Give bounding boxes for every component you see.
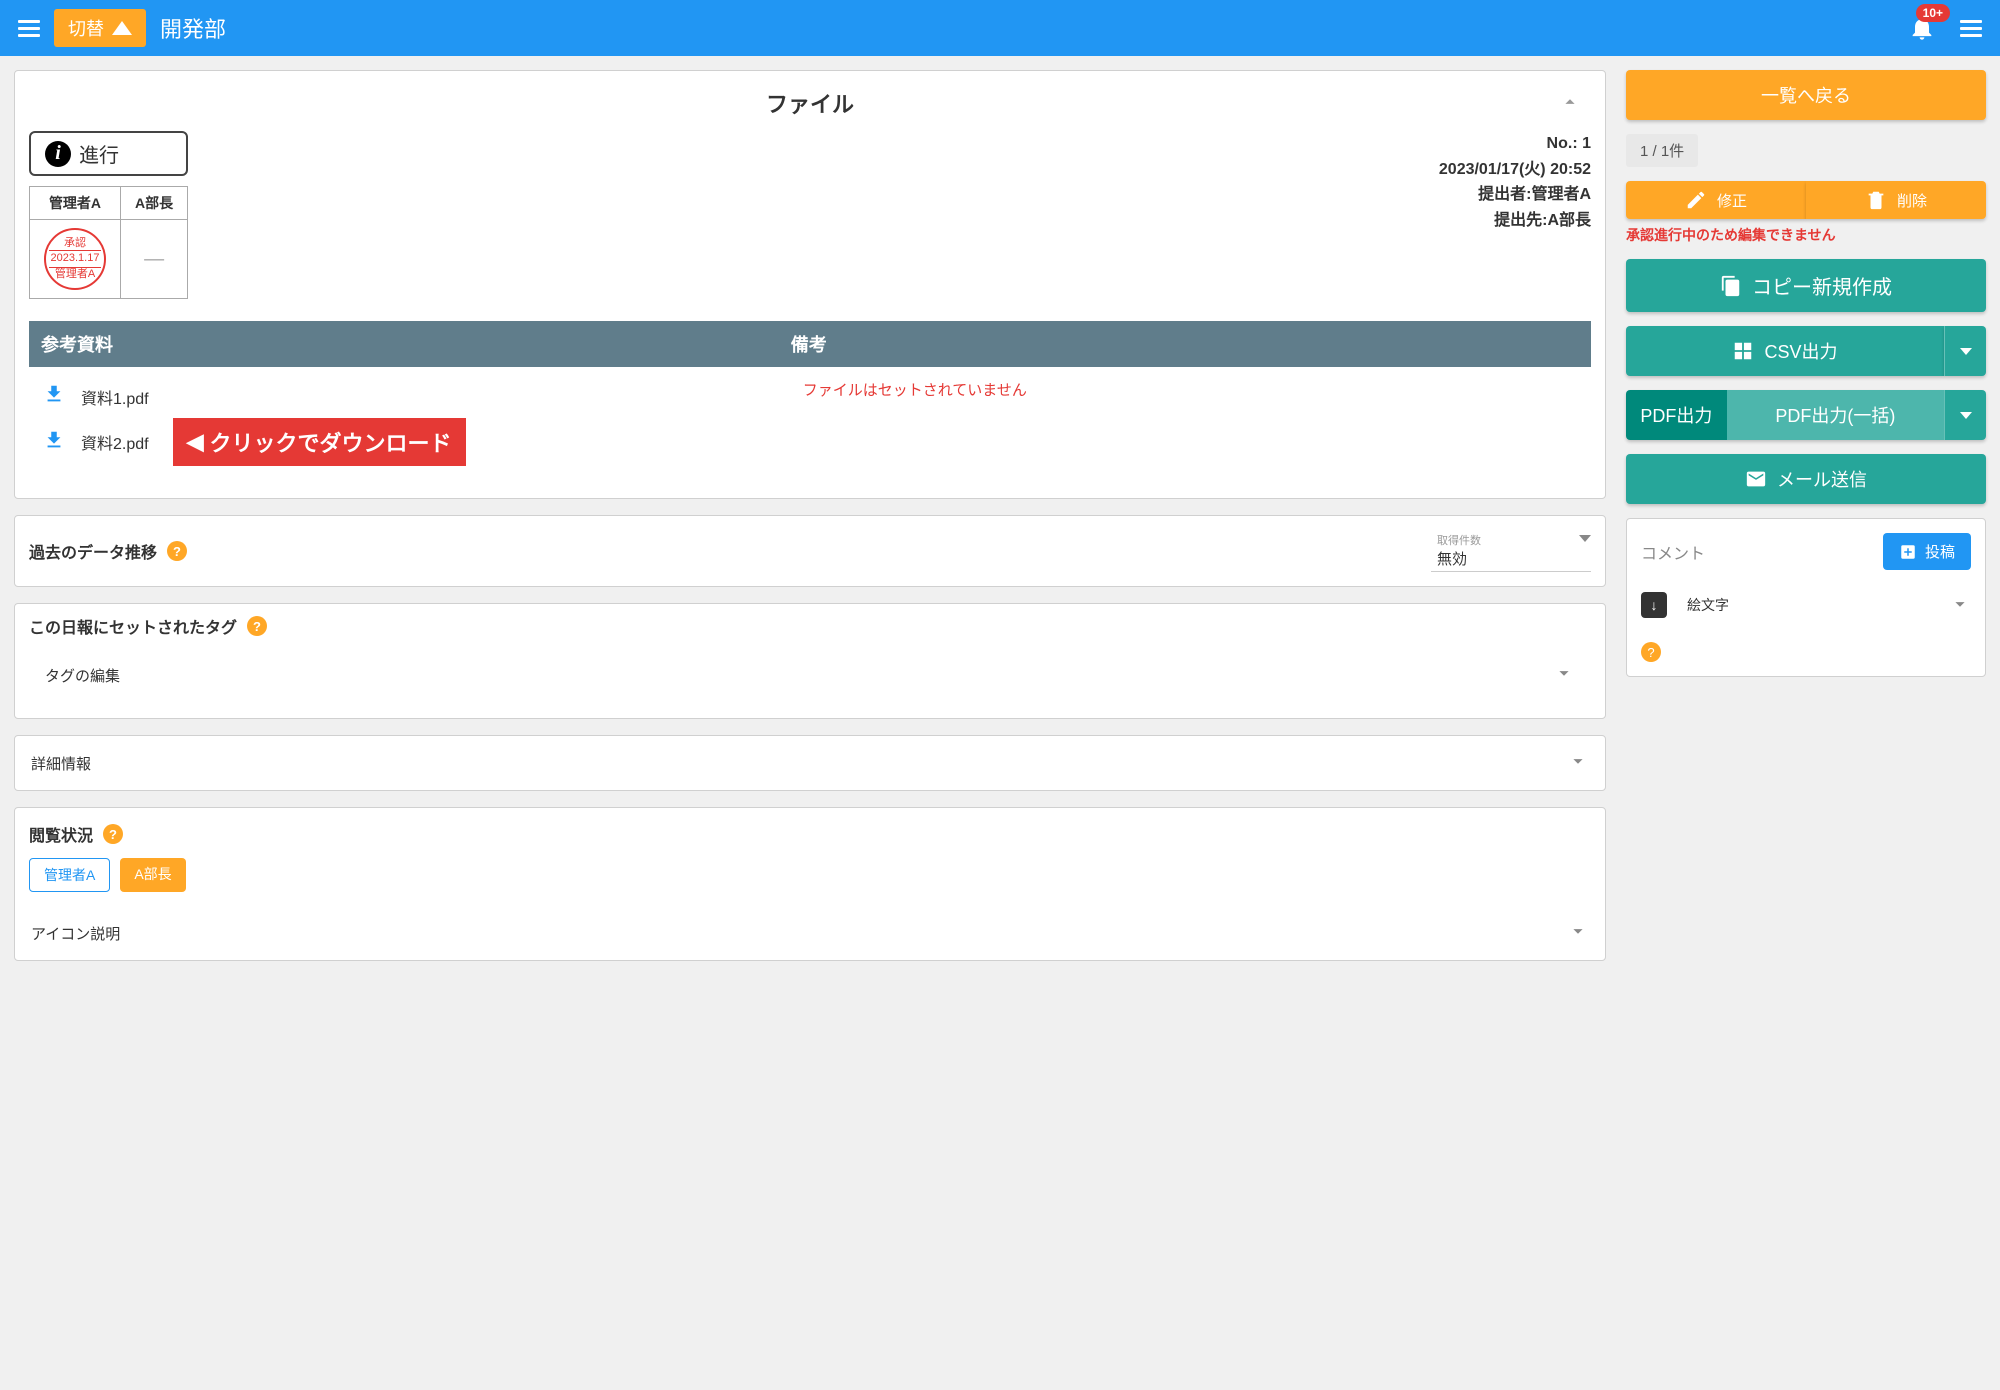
file-meta: No.: 1 2023/01/17(火) 20:52 提出者:管理者A 提出先:… (1439, 131, 1591, 233)
meta-datetime: 2023/01/17(火) 20:52 (1439, 157, 1591, 183)
triangle-up-icon (112, 21, 132, 35)
pending-dash: — (144, 248, 164, 270)
page-indicator: 1 / 1件 (1626, 134, 1698, 167)
approval-table: 管理者A A部長 承認 2023.1.17 管理者A — (29, 186, 188, 299)
emoji-row[interactable]: 絵文字 (1641, 592, 1971, 618)
file-title: ファイル (29, 87, 1591, 119)
tags-title: この日報にセットされたタグ (29, 614, 237, 638)
chevron-down-icon (1960, 412, 1972, 419)
edit-button[interactable]: 修正 (1626, 181, 1806, 219)
help-icon[interactable]: ? (103, 824, 123, 844)
mail-icon (1745, 468, 1767, 490)
status-label: 進行 (79, 139, 119, 168)
file-name[interactable]: 資料2.pdf (81, 430, 149, 454)
icon-desc-row[interactable]: アイコン説明 (15, 906, 1605, 960)
chevron-down-icon (1949, 593, 1971, 618)
file-row: 資料2.pdf ◀ クリックでダウンロード (43, 414, 765, 470)
view-status-section: 閲覧状況 ? 管理者A A部長 アイコン説明 (14, 807, 1606, 961)
viewer-badge-outline[interactable]: 管理者A (29, 858, 110, 892)
history-section: 過去のデータ推移 ? 取得件数 無効 (14, 515, 1606, 587)
menu-icon-left[interactable] (12, 14, 46, 43)
meta-no: No.: 1 (1439, 131, 1591, 157)
emoji-icon (1641, 592, 1667, 618)
file-name[interactable]: 資料1.pdf (81, 385, 149, 409)
status-chip: i 進行 (29, 131, 188, 176)
approver-2-name: A部長 (121, 187, 188, 220)
help-icon[interactable]: ? (247, 616, 267, 636)
view-title: 閲覧状況 (29, 822, 93, 846)
detail-section: 詳細情報 (14, 735, 1606, 791)
fetch-count-select[interactable]: 取得件数 無効 (1431, 530, 1591, 572)
tag-edit-row[interactable]: タグの編集 (29, 648, 1591, 702)
csv-export-button[interactable]: CSV出力 (1626, 326, 1944, 376)
back-to-list-button[interactable]: 一覧へ戻る (1626, 70, 1986, 120)
post-comment-button[interactable]: 投稿 (1883, 533, 1971, 570)
help-icon[interactable]: ? (167, 541, 187, 561)
pdf-batch-button[interactable]: PDF出力(一括) (1727, 390, 1944, 440)
collapse-icon[interactable] (1559, 91, 1581, 116)
arrow-left-icon: ◀ (187, 429, 204, 455)
tags-section: この日報にセットされたタグ ? タグの編集 (14, 603, 1606, 719)
download-icon[interactable] (43, 429, 65, 456)
notification-badge: 10+ (1916, 4, 1950, 22)
copy-icon (1720, 275, 1742, 297)
pdf-row: PDF出力 PDF出力(一括) (1626, 390, 1986, 440)
fetch-label: 取得件数 (1437, 532, 1571, 548)
pdf-export-button[interactable]: PDF出力 (1626, 390, 1727, 440)
pdf-dropdown[interactable] (1944, 390, 1986, 440)
meta-destination: 提出先:A部長 (1439, 208, 1591, 234)
notification-bell[interactable]: 10+ (1908, 14, 1936, 42)
mail-send-button[interactable]: メール送信 (1626, 454, 1986, 504)
reference-table: 参考資料 備考 資料1.pdf (29, 321, 1591, 482)
menu-icon-right[interactable] (1954, 14, 1988, 43)
detail-row[interactable]: 詳細情報 (15, 736, 1605, 790)
tag-edit-label: タグの編集 (45, 665, 120, 686)
chevron-down-icon (1579, 542, 1591, 558)
detail-title: 詳細情報 (31, 753, 91, 774)
grid-icon (1732, 340, 1754, 362)
viewer-badge-fill[interactable]: A部長 (120, 858, 185, 892)
csv-dropdown[interactable] (1944, 326, 1986, 376)
fetch-value: 無効 (1437, 548, 1571, 569)
department-name: 開発部 (160, 12, 226, 44)
file-card: ファイル i 進行 管理者A A部長 (14, 70, 1606, 499)
help-icon[interactable]: ? (1641, 642, 1661, 662)
chevron-down-icon (1960, 348, 1972, 355)
edit-warning: 承認進行中のため編集できません (1626, 225, 1986, 245)
col-note: 備考 (779, 321, 1591, 367)
pencil-icon (1685, 189, 1707, 211)
col-reference: 参考資料 (29, 321, 779, 367)
approval-stamp: 承認 2023.1.17 管理者A (44, 228, 106, 290)
info-icon: i (45, 141, 71, 167)
comment-title: コメント (1641, 540, 1705, 564)
emoji-label: 絵文字 (1687, 595, 1729, 615)
topbar: 切替 開発部 10+ (0, 0, 2000, 56)
copy-new-button[interactable]: コピー新規作成 (1626, 259, 1986, 312)
file-row: 資料1.pdf (43, 379, 765, 414)
icon-desc-label: アイコン説明 (31, 923, 120, 944)
plus-box-icon (1899, 543, 1917, 561)
switch-button[interactable]: 切替 (54, 9, 146, 47)
download-callout: ◀ クリックでダウンロード (173, 418, 466, 466)
chevron-down-icon (1567, 750, 1589, 776)
download-icon[interactable] (43, 383, 65, 410)
approver-1-name: 管理者A (30, 187, 121, 220)
trash-icon (1865, 189, 1887, 211)
meta-submitter: 提出者:管理者A (1439, 182, 1591, 208)
comment-card: コメント 投稿 絵文字 ? (1626, 518, 1986, 677)
no-file-message: ファイルはセットされていません (793, 379, 1577, 400)
delete-button[interactable]: 削除 (1806, 181, 1986, 219)
switch-label: 切替 (68, 15, 104, 41)
chevron-down-icon (1567, 920, 1589, 946)
history-title: 過去のデータ推移 (29, 539, 157, 563)
chevron-down-icon (1553, 662, 1575, 688)
